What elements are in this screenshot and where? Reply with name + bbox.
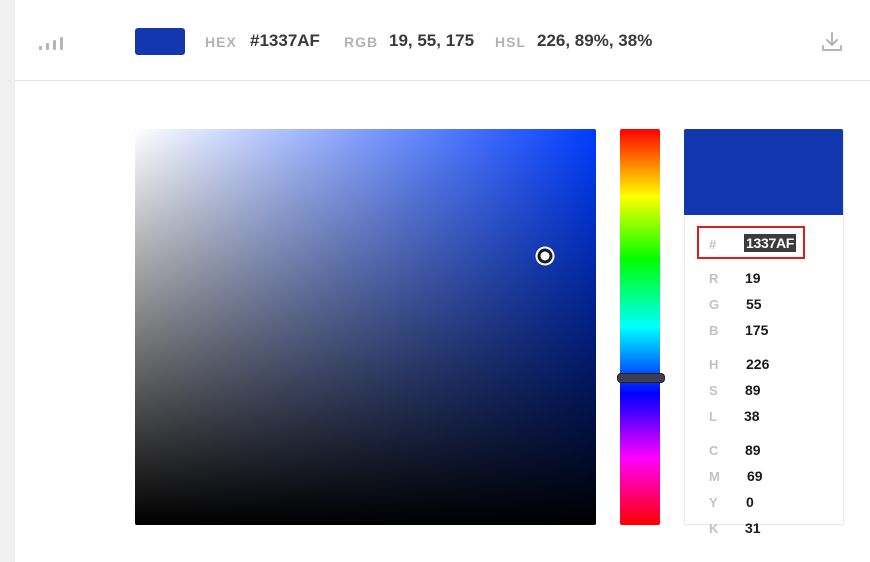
saturation-value-area[interactable] [135, 129, 596, 525]
b-label: B [709, 323, 719, 338]
hex-input[interactable]: 1337AF [744, 234, 797, 252]
y-input[interactable]: 0 [746, 494, 754, 510]
s-label: S [709, 383, 718, 398]
hue-slider[interactable] [620, 129, 660, 525]
b-input[interactable]: 175 [745, 322, 768, 338]
r-label: R [709, 271, 719, 286]
m-label: M [709, 469, 720, 484]
hash-label: # [709, 237, 717, 252]
sv-cursor-handle[interactable] [537, 248, 553, 264]
hex-value[interactable]: #1337AF [250, 31, 320, 51]
sv-black-layer [135, 129, 596, 525]
s-input[interactable]: 89 [745, 382, 761, 398]
y-label: Y [709, 495, 718, 510]
hex-label: HEX [205, 34, 237, 50]
l-input[interactable]: 38 [744, 408, 760, 424]
h-input[interactable]: 226 [746, 356, 769, 372]
l-label: L [709, 409, 717, 424]
g-label: G [709, 297, 720, 312]
k-input[interactable]: 31 [745, 520, 761, 536]
current-color-swatch [135, 28, 185, 55]
hsl-label: HSL [495, 34, 526, 50]
m-input[interactable]: 69 [747, 468, 763, 484]
k-label: K [709, 521, 719, 536]
hue-slider-handle[interactable] [617, 372, 665, 383]
color-preview [684, 129, 843, 215]
h-label: H [709, 357, 719, 372]
rgb-value[interactable]: 19, 55, 175 [389, 31, 474, 51]
color-toolbar: HEX #1337AF RGB 19, 55, 175 HSL 226, 89%… [15, 0, 870, 81]
g-input[interactable]: 55 [746, 296, 762, 312]
c-input[interactable]: 89 [745, 442, 761, 458]
hsl-value[interactable]: 226, 89%, 38% [537, 31, 652, 51]
r-input[interactable]: 19 [745, 270, 761, 286]
c-label: C [709, 443, 719, 458]
rgb-label: RGB [344, 34, 379, 50]
bar-chart-icon[interactable] [39, 36, 65, 50]
download-icon[interactable] [820, 30, 844, 54]
